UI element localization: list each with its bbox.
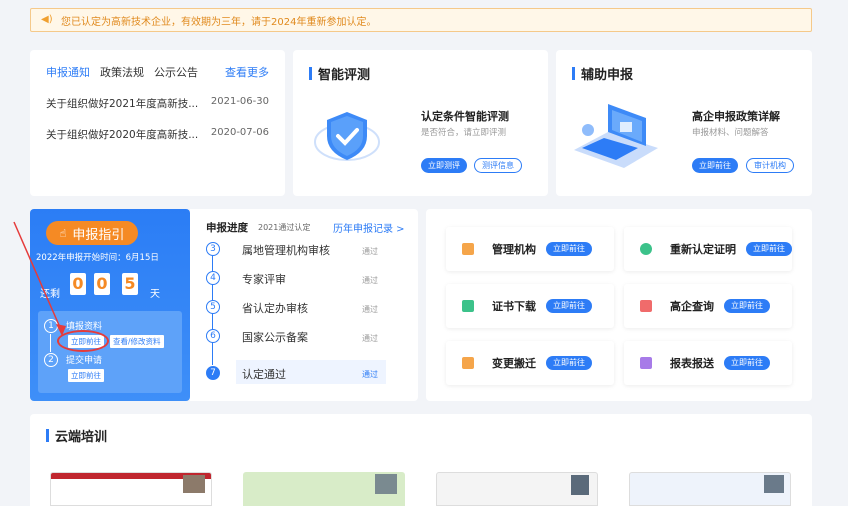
assist-panel: 辅助申报 高企申报政策详解 申报材料、问题解答 立即前往 审计机构 — [556, 50, 812, 196]
list-item[interactable]: 关于组织做好2020年度高新技... 2020-07-06 — [46, 127, 269, 142]
notice-bar: ◀) 您已认定为高新技术企业，有效期为三年，请于2024年重新参加认定。 — [30, 8, 812, 32]
quick-link-card[interactable]: 证书下载 立即前往 — [446, 284, 614, 328]
step-connector — [212, 341, 213, 365]
view-edit-info-button[interactable]: 查看/修改资料 — [110, 335, 164, 348]
news-title[interactable]: 关于组织做好2021年度高新技... — [46, 96, 198, 111]
training-thumbnail[interactable] — [50, 472, 212, 506]
step-status: 通过 — [362, 305, 378, 314]
quick-link-label: 报表报送 — [670, 357, 714, 370]
step-number: 2 — [44, 353, 58, 367]
step-number: 4 — [206, 271, 220, 285]
quick-link-go-button[interactable]: 立即前往 — [546, 242, 592, 256]
countdown-digit: 0 — [94, 273, 110, 295]
news-date: 2020-07-06 — [210, 127, 269, 138]
report-icon — [640, 357, 652, 369]
step-status: 通过 — [362, 247, 378, 256]
countdown-digit: 0 — [70, 273, 86, 295]
step-status: 通过 — [362, 334, 378, 343]
evaluate-now-button[interactable]: 立即测评 — [421, 158, 467, 173]
tab-announcement[interactable]: 公示公告 — [154, 64, 198, 80]
news-list: 关于组织做好2021年度高新技... 2021-06-30 关于组织做好2020… — [30, 96, 285, 142]
assist-sub: 申报材料、问题解答 — [692, 128, 769, 138]
history-records-link[interactable]: 历年申报记录 > — [333, 220, 405, 235]
thumb-person — [375, 474, 397, 494]
news-date: 2021-06-30 — [210, 96, 269, 107]
guide-button-label: 申报指引 — [72, 227, 125, 243]
thumb-person — [183, 475, 205, 493]
list-item[interactable]: 关于组织做好2021年度高新技... 2021-06-30 — [46, 96, 269, 111]
smart-eval-title: 智能评测 — [309, 64, 370, 83]
progress-sub: 2021通过认定 — [258, 223, 311, 232]
evaluation-info-button[interactable]: 测评信息 — [474, 158, 522, 173]
quick-link-label: 高企查询 — [670, 300, 714, 313]
step-name: 属地管理机构审核 — [242, 244, 330, 257]
step-connector — [212, 283, 213, 301]
step-name: 国家公示备案 — [242, 331, 308, 344]
step-name: 专家评审 — [242, 273, 286, 286]
smart-eval-sub: 是否符合，请立即评测 — [421, 128, 507, 138]
step-name: 认定通过 — [242, 368, 286, 381]
search-doc-icon — [640, 300, 652, 312]
progress-title: 申报进度 — [206, 222, 248, 234]
training-thumbnail[interactable] — [243, 472, 405, 506]
annotation-circle — [57, 330, 109, 352]
countdown-digit: 5 — [122, 273, 138, 295]
audit-agency-button[interactable]: 审计机构 — [746, 158, 794, 173]
step-name: 提交申请 — [66, 356, 103, 366]
smart-eval-heading: 认定条件智能评测 — [421, 110, 509, 123]
step-connector — [212, 254, 213, 272]
quick-link-card[interactable]: 高企查询 立即前往 — [624, 284, 792, 328]
notice-text: 您已认定为高新技术企业，有效期为三年，请于2024年重新参加认定。 — [61, 16, 377, 28]
tab-policy[interactable]: 政策法规 — [100, 64, 144, 80]
quick-link-go-button[interactable]: 立即前往 — [724, 356, 770, 370]
view-more-link[interactable]: 查看更多 — [225, 64, 269, 80]
thumb-person — [764, 475, 784, 493]
quick-link-go-button[interactable]: 立即前往 — [724, 299, 770, 313]
building-icon — [462, 357, 474, 369]
quick-link-label: 变更搬迁 — [492, 357, 536, 370]
laptop-illustration-icon — [574, 104, 658, 168]
quick-link-card[interactable]: 变更搬迁 立即前往 — [446, 341, 614, 385]
step-number: 6 — [206, 329, 220, 343]
quick-link-go-button[interactable]: 立即前往 — [546, 356, 592, 370]
annotation-arrow — [13, 221, 66, 336]
training-thumbnail[interactable] — [629, 472, 791, 506]
step-connector — [212, 312, 213, 330]
speaker-icon: ◀) — [41, 14, 53, 25]
quick-link-label: 证书下载 — [492, 300, 536, 313]
quick-link-label: 重新认定证明 — [670, 243, 736, 256]
quick-link-label: 管理机构 — [492, 243, 536, 256]
quick-link-go-button[interactable]: 立即前往 — [746, 242, 792, 256]
training-thumbnail[interactable] — [436, 472, 598, 506]
tab-notice[interactable]: 申报通知 — [46, 64, 90, 80]
assist-title: 辅助申报 — [572, 64, 633, 83]
step-status: 通过 — [362, 370, 378, 379]
person-icon — [640, 243, 652, 255]
assist-heading: 高企申报政策详解 — [692, 110, 780, 123]
institution-icon — [462, 243, 474, 255]
submit-go-button[interactable]: 立即前往 — [68, 369, 104, 382]
news-panel: 申报通知 政策法规 公示公告 查看更多 关于组织做好2021年度高新技... 2… — [30, 50, 285, 196]
step-number: 3 — [206, 242, 220, 256]
step-name: 省认定办审核 — [242, 302, 308, 315]
step-number: 5 — [206, 300, 220, 314]
step-number: 7 — [206, 366, 220, 380]
assist-go-button[interactable]: 立即前往 — [692, 158, 738, 173]
news-title[interactable]: 关于组织做好2020年度高新技... — [46, 127, 198, 142]
quick-link-go-button[interactable]: 立即前往 — [546, 299, 592, 313]
countdown-unit: 天 — [150, 289, 160, 300]
smart-eval-panel: 智能评测 认定条件智能评测 是否符合，请立即评测 立即测评 测评信息 — [293, 50, 548, 196]
quick-link-card[interactable]: 重新认定证明 立即前往 — [624, 227, 792, 271]
quick-link-card[interactable]: 报表报送 立即前往 — [624, 341, 792, 385]
quick-link-card[interactable]: 管理机构 立即前往 — [446, 227, 614, 271]
thumb-person — [571, 475, 589, 495]
step-status: 通过 — [362, 276, 378, 285]
shield-icon — [314, 112, 380, 161]
news-tabs: 申报通知 政策法规 公示公告 查看更多 — [30, 50, 285, 80]
cloud-training-title: 云端培训 — [46, 426, 107, 445]
certificate-icon — [462, 300, 474, 312]
